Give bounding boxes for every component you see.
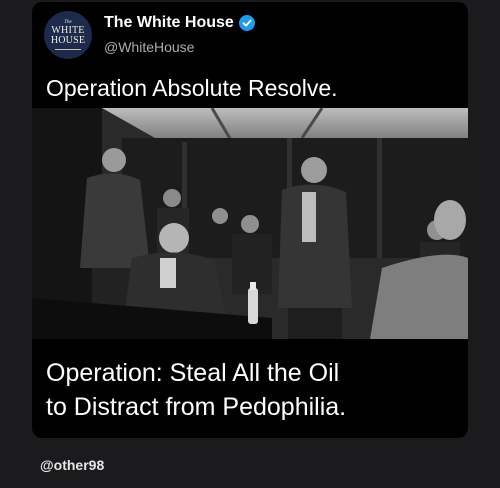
account-name-row[interactable]: The White House [104, 14, 255, 32]
account-name[interactable]: The White House [104, 14, 234, 32]
post-photo[interactable] [32, 108, 468, 339]
post-header: The WHITE HOUSE The White House @WhiteHo… [32, 2, 468, 64]
caption-line-2: to Distract from Pedophilia. [46, 393, 347, 421]
avatar-seal-rule [55, 49, 81, 50]
caption-line-1: Operation: Steal All the Oil [46, 359, 340, 387]
post-text: Operation Absolute Resolve. [46, 75, 338, 101]
avatar[interactable]: The WHITE HOUSE [44, 11, 92, 59]
meme-caption: Operation: Steal All the Oil to Distract… [46, 356, 346, 424]
account-handle[interactable]: @WhiteHouse [104, 39, 194, 55]
verified-badge-icon [238, 15, 255, 31]
avatar-seal-line2: HOUSE [50, 35, 86, 46]
watermark-handle: @other98 [40, 457, 105, 473]
post-card[interactable]: The WHITE HOUSE The White House @WhiteHo… [32, 2, 468, 438]
